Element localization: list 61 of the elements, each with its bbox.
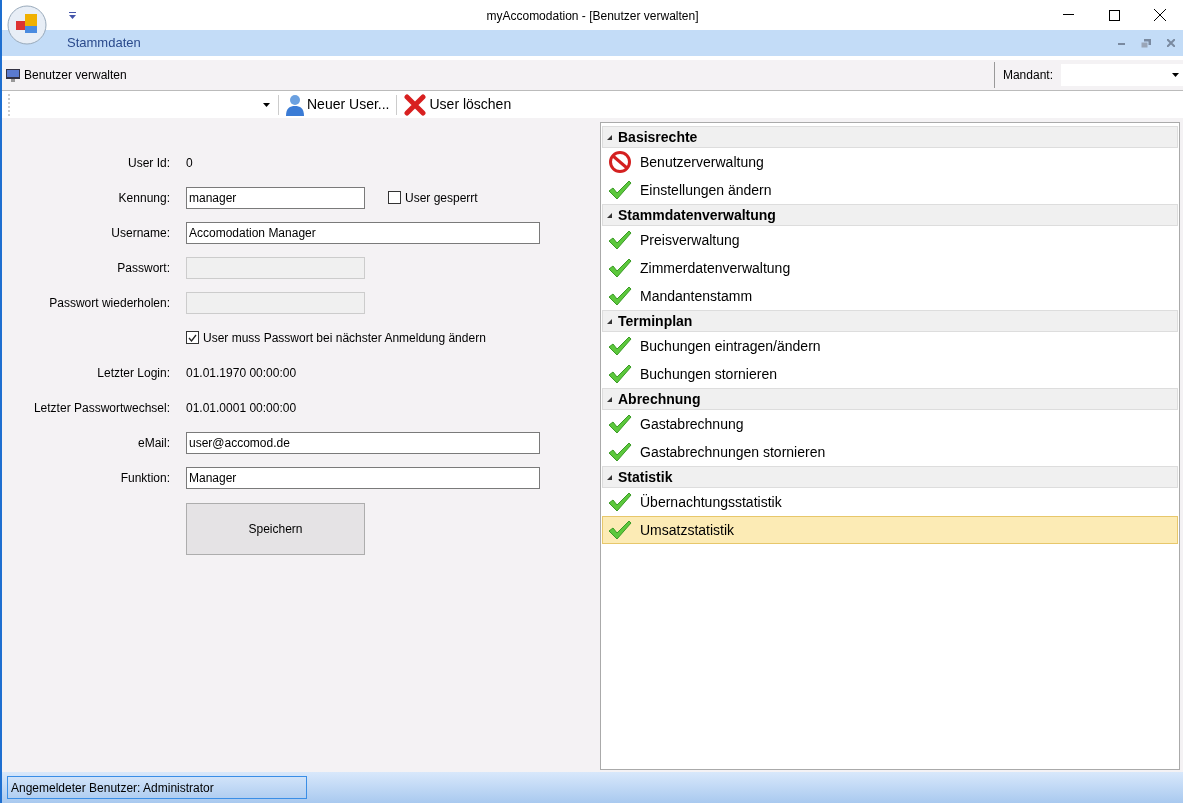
caret-icon bbox=[263, 102, 270, 107]
input-field[interactable]: Accomodation Manager bbox=[186, 221, 540, 244]
group-header[interactable]: Basisrechte bbox=[602, 126, 1178, 148]
ribbon-tab[interactable]: Stammdaten bbox=[67, 33, 141, 53]
field-value: 01.01.1970 00:00:00 bbox=[186, 364, 297, 382]
monitor-icon bbox=[6, 68, 20, 82]
tree-item[interactable]: Preisverwaltung bbox=[602, 226, 1178, 254]
field-label: Kennung: bbox=[117, 189, 170, 207]
tree-item[interactable]: Gastabrechnung bbox=[602, 410, 1178, 438]
input-field[interactable]: manager bbox=[186, 186, 365, 209]
collapse-icon[interactable] bbox=[607, 212, 612, 218]
view-title: Benutzer verwalten bbox=[24, 67, 127, 84]
close-icon bbox=[1154, 9, 1166, 21]
save-button[interactable]: Speichern bbox=[186, 503, 365, 555]
checkbox-label: User gesperrt bbox=[405, 189, 478, 207]
field-label: User Id: bbox=[127, 154, 170, 172]
tree-item[interactable]: Buchungen eintragen/ändern bbox=[602, 332, 1178, 360]
field-label: eMail: bbox=[137, 434, 170, 452]
minimize-icon[interactable] bbox=[1118, 41, 1125, 45]
tree-item[interactable]: Zimmerdatenverwaltung bbox=[602, 254, 1178, 282]
delete-x-icon bbox=[404, 93, 427, 116]
maximize-icon bbox=[1108, 9, 1120, 21]
minimize-icon bbox=[1062, 14, 1074, 16]
field-value: 0 bbox=[186, 154, 193, 172]
delete-user-button[interactable]: User löschen bbox=[401, 93, 515, 116]
collapse-icon[interactable] bbox=[607, 318, 612, 324]
input-field[interactable]: Manager bbox=[186, 466, 540, 489]
checkbox-label: User muss Passwort bei nächster Anmeldung ändern bbox=[203, 329, 486, 347]
field-label: Letzter Login: bbox=[96, 364, 170, 382]
group-header[interactable]: Statistik bbox=[602, 466, 1178, 488]
field-label: Letzter Passwortwechsel: bbox=[32, 399, 170, 417]
tree-item[interactable]: Buchungen stornieren bbox=[602, 360, 1178, 388]
restore-icon[interactable] bbox=[1141, 38, 1151, 48]
group-header[interactable]: Stammdatenverwaltung bbox=[602, 204, 1178, 226]
tree-item[interactable]: Umsatzstatistik bbox=[602, 516, 1178, 544]
quick-access-dropdown-icon[interactable] bbox=[69, 11, 76, 19]
tree-item[interactable]: Einstellungen ändern bbox=[602, 176, 1178, 204]
checkbox[interactable] bbox=[186, 331, 199, 344]
window-title: myAccomodation - [Benutzer verwalten] bbox=[486, 9, 699, 23]
tree-item[interactable]: Benutzerverwaltung bbox=[602, 148, 1178, 176]
field-label: Funktion: bbox=[119, 469, 170, 487]
mandant-label: Mandant: bbox=[1001, 67, 1054, 84]
collapse-icon[interactable] bbox=[607, 134, 612, 140]
field-value: 01.01.0001 00:00:00 bbox=[186, 399, 297, 417]
collapse-icon[interactable] bbox=[607, 474, 612, 480]
field-label: Passwort: bbox=[116, 259, 170, 277]
group-header[interactable]: Terminplan bbox=[602, 310, 1178, 332]
collapse-icon[interactable] bbox=[607, 396, 612, 402]
status-text: Angemeldeter Benutzer: Administrator bbox=[7, 776, 307, 799]
new-user-button[interactable]: Neuer User... bbox=[283, 93, 393, 116]
field-label: Username: bbox=[110, 224, 170, 242]
checkbox[interactable] bbox=[388, 191, 401, 204]
tree-item[interactable]: Übernachtungsstatistik bbox=[602, 488, 1178, 516]
group-header[interactable]: Abrechnung bbox=[602, 388, 1178, 410]
tree-item[interactable]: Mandantenstamm bbox=[602, 282, 1178, 310]
close-icon[interactable] bbox=[1167, 39, 1175, 47]
field-label: Passwort wiederholen: bbox=[48, 294, 170, 312]
caret-icon bbox=[1172, 73, 1179, 77]
user-icon bbox=[286, 93, 304, 116]
input-field[interactable]: user@accomod.de bbox=[186, 431, 540, 454]
tree-item[interactable]: Gastabrechnungen stornieren bbox=[602, 438, 1178, 466]
